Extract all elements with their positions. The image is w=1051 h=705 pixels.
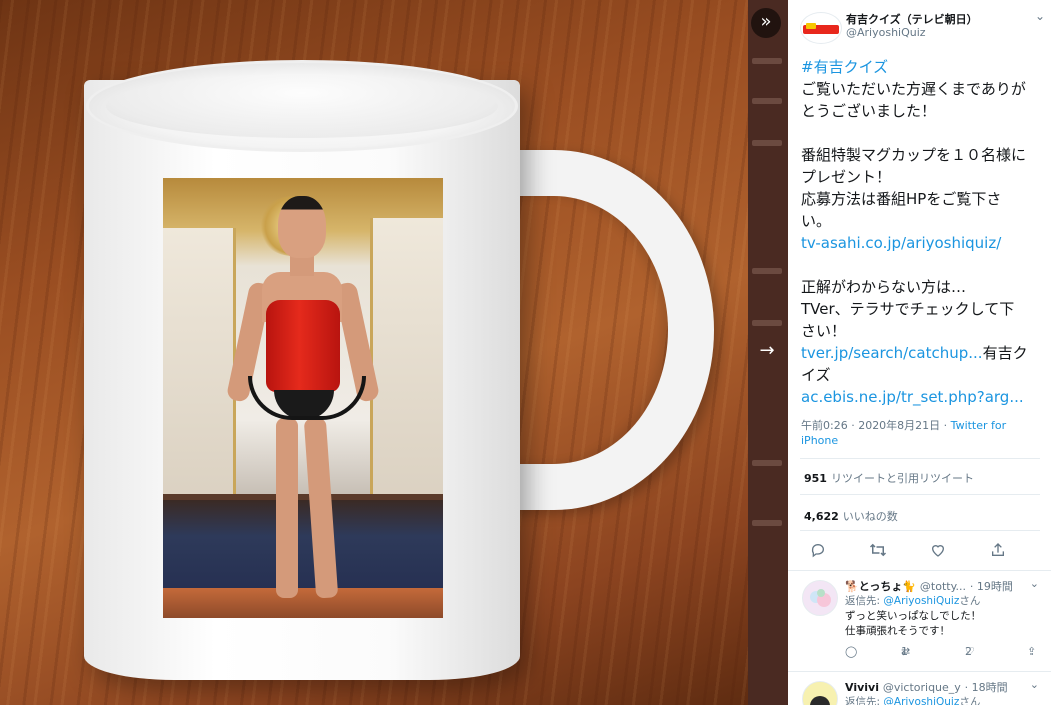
- logo-band-accent: [806, 23, 816, 29]
- reply-time: · 19時間: [969, 580, 1013, 593]
- mug-handle: [494, 150, 714, 510]
- chevron-down-icon[interactable]: ⌄: [1030, 577, 1039, 590]
- mention-link[interactable]: @AriyoshiQuiz: [883, 696, 959, 705]
- reply-time: · 18時間: [964, 681, 1008, 694]
- retweet-icon: [869, 543, 887, 557]
- tweet-meta: 午前0:26 · 2020年8月21日 · Twitter for iPhone: [801, 418, 1041, 448]
- like-label: いいねの数: [842, 510, 898, 523]
- retweet-button[interactable]: [866, 538, 890, 562]
- reply-item[interactable]: 🐕とっちょ🐈 @totty... · 19時間 ⌄ 返信先: @Ariyoshi…: [788, 571, 1051, 671]
- background-text-fragment: [752, 460, 782, 466]
- share-button[interactable]: [986, 538, 1010, 562]
- reply-actions: ◯ ⇄ 1 ♡ 2 ⇪: [845, 645, 1045, 663]
- person-leg-right: [303, 417, 339, 599]
- like-count: 4,622: [804, 510, 839, 523]
- print-person: [218, 196, 388, 616]
- display-name[interactable]: 有吉クイズ（テレビ朝日）: [846, 11, 978, 27]
- reply-to: 返信先: @AriyoshiQuizさん: [845, 593, 980, 608]
- avatar[interactable]: [800, 12, 842, 44]
- reply-to-suffix: さん: [959, 595, 981, 607]
- reply-retweet-count: 1: [901, 645, 908, 658]
- reply-handle: @victorique_y: [882, 681, 961, 694]
- next-image-button[interactable]: →: [752, 336, 782, 366]
- tweet-text-line: さい！: [801, 322, 847, 340]
- background-text-fragment: [752, 58, 782, 64]
- retweet-stats[interactable]: 951 リツイートと引用リツイート: [804, 470, 974, 486]
- tweet-text-fragment: 有吉ク: [982, 344, 1028, 362]
- person-whip: [248, 376, 366, 420]
- arrow-right-icon: →: [759, 340, 775, 361]
- source-link-continued[interactable]: iPhone: [801, 434, 838, 447]
- timestamp[interactable]: 午前0:26 · 2020年8月21日 ·: [801, 419, 951, 432]
- tweet-text-line: 応募方法は番組HPをご覧下さ: [801, 190, 1002, 208]
- reply-item[interactable]: Vivivi @victorique_y · 18時間 ⌄ 返信先: @Ariy…: [788, 672, 1051, 705]
- like-stats[interactable]: 4,622 いいねの数: [804, 508, 898, 524]
- reply-icon: [811, 544, 824, 558]
- person-leg-left: [276, 418, 298, 598]
- background-text-fragment: [752, 320, 782, 326]
- retweet-count: 951: [804, 472, 827, 485]
- reply-text-line: 仕事頑張れそうです！: [845, 625, 950, 637]
- mug-interior: [106, 74, 498, 138]
- reply-handle: @totty...: [919, 580, 967, 593]
- retweet-label: リツイートと引用リツイート: [830, 472, 974, 485]
- tweet-text-line: ご覧いただいた方遅くまでありが: [801, 80, 1026, 98]
- ebis-link[interactable]: ac.ebis.ne.jp/tr_set.php?arg...: [801, 386, 1043, 408]
- tweet-header: 有吉クイズ（テレビ朝日） @AriyoshiQuiz ⌄: [800, 9, 1045, 44]
- source-link[interactable]: Twitter for: [951, 419, 1007, 432]
- reply-text: ずっと笑いっぱなしでした！ 仕事頑張れそうです！: [845, 609, 981, 639]
- reply-icon[interactable]: ◯: [845, 645, 857, 658]
- reply-to-prefix: 返信先:: [845, 696, 884, 705]
- media-photo[interactable]: » →: [0, 0, 788, 705]
- user-handle[interactable]: @AriyoshiQuiz: [846, 26, 926, 39]
- tweet-text-line: tver.jp/search/catchup...有吉ク: [801, 342, 1043, 364]
- reply-display-name: 🐕とっちょ🐈: [845, 580, 917, 593]
- program-url-link[interactable]: tv-asahi.co.jp/ariyoshiquiz/: [801, 232, 1043, 254]
- chevrons-right-icon: »: [760, 11, 772, 32]
- tweet-text-line: 正解がわからない方は…: [801, 278, 967, 296]
- tweet-panel: 有吉クイズ（テレビ朝日） @AriyoshiQuiz ⌄ #有吉クイズ ご覧いた…: [788, 0, 1051, 705]
- tweet-text-spacer: [801, 254, 1043, 276]
- avatar[interactable]: [802, 681, 838, 705]
- tweet-text-line: とうございました！: [801, 102, 937, 120]
- reply-avatar-illustration: [803, 581, 837, 615]
- chevron-down-icon[interactable]: ⌄: [1035, 9, 1045, 23]
- tweet-text-line: 番組特製マグカップを１０名様に: [801, 146, 1027, 164]
- share-icon: [992, 543, 1004, 556]
- reply-to-suffix: さん: [959, 696, 981, 705]
- like-button[interactable]: [926, 538, 950, 562]
- share-icon[interactable]: ⇪: [1027, 645, 1036, 658]
- person-head: [278, 196, 326, 258]
- divider: [800, 530, 1040, 531]
- tweet-text: #有吉クイズ ご覧いただいた方遅くまでありが とうございました！ 番組特製マグカ…: [801, 56, 1043, 408]
- reply-to: 返信先: @AriyoshiQuizさん: [845, 694, 980, 705]
- tweet-text-line: プレゼント！: [801, 168, 892, 186]
- reply-author[interactable]: 🐕とっちょ🐈 @totty... · 19時間: [845, 578, 1013, 594]
- reply-avatar-illustration: [803, 682, 837, 705]
- mention-link[interactable]: @AriyoshiQuiz: [883, 595, 959, 607]
- hashtag-link[interactable]: #有吉クイズ: [801, 56, 1043, 78]
- reply-text-line: ずっと笑いっぱなしでした！: [845, 610, 982, 622]
- background-text-fragment: [752, 520, 782, 526]
- heart-icon: [931, 545, 945, 557]
- divider: [800, 494, 1040, 495]
- reply-button[interactable]: [806, 538, 830, 562]
- background-text-fragment: [752, 140, 782, 146]
- reply-to-prefix: 返信先:: [845, 595, 884, 607]
- reply-like-count: 2: [965, 645, 972, 658]
- tweet-text-spacer: [801, 122, 1043, 144]
- tweet-text-line: イズ: [801, 366, 831, 384]
- background-text-fragment: [752, 98, 782, 104]
- avatar[interactable]: [802, 580, 838, 616]
- tweet-actions: [800, 538, 1040, 562]
- background-text-fragment: [752, 268, 782, 274]
- reply-author[interactable]: Vivivi @victorique_y · 18時間: [845, 679, 1008, 695]
- collapse-panel-button[interactable]: »: [751, 8, 781, 38]
- tweet-text-line: TVer、テラサでチェックして下: [801, 300, 1015, 318]
- tver-link[interactable]: tver.jp/search/catchup...: [801, 344, 983, 362]
- tweet-text-line: い。: [801, 212, 832, 230]
- divider: [800, 458, 1040, 459]
- reply-display-name: Vivivi: [845, 681, 879, 694]
- chevron-down-icon[interactable]: ⌄: [1030, 678, 1039, 691]
